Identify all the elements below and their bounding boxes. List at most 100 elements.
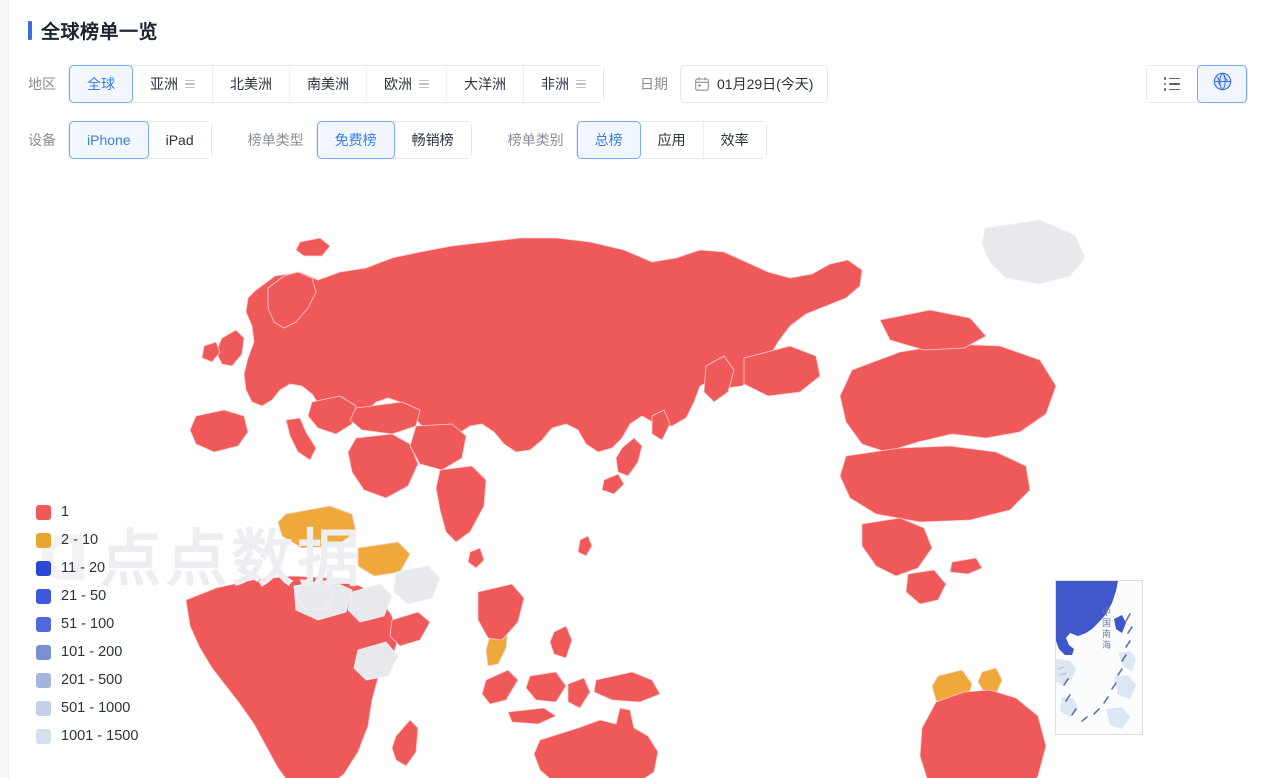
list-view-button[interactable] (1147, 66, 1197, 102)
chart-type-tab-label: 免费榜 (334, 132, 377, 148)
region-tab-label: 非洲 (541, 76, 569, 92)
country-centralamerica[interactable] (905, 569, 947, 605)
legend-item: 501 - 1000 (36, 694, 138, 722)
view-toggle (1146, 65, 1248, 103)
date-picker[interactable]: 01月29日(今天) (680, 65, 829, 103)
chart-category-tab-apps[interactable]: 应用 (640, 122, 704, 158)
region-tab-label: 北美洲 (230, 76, 272, 92)
region-tab-global[interactable]: 全球 (69, 65, 133, 103)
region-tab-label: 南美洲 (307, 76, 349, 92)
globe-view-icon (1213, 72, 1232, 96)
legend-label: 201 - 500 (61, 672, 123, 688)
legend-swatch (36, 700, 51, 716)
date-filter-label: 日期 (640, 76, 668, 92)
country-canada[interactable] (839, 343, 1057, 453)
legend-item: 1 (36, 498, 138, 526)
country-balkans[interactable] (307, 395, 357, 435)
legend-label: 11 - 20 (61, 560, 106, 576)
country-japan-s[interactable] (601, 473, 625, 495)
country-taiwan[interactable] (577, 535, 593, 557)
region-tab-north-america[interactable]: 北美洲 (213, 66, 290, 102)
country-arabia[interactable] (347, 433, 419, 499)
chart-type-tab-label: 畅销榜 (411, 132, 454, 148)
legend-item: 21 - 50 (36, 582, 138, 610)
chart-category-tab-overall[interactable]: 总榜 (576, 121, 641, 159)
country-sumatra[interactable] (481, 669, 519, 705)
country-newguinea[interactable] (593, 671, 661, 703)
legend-swatch (36, 532, 51, 548)
country-india[interactable] (435, 465, 487, 543)
chevron-menu-icon (419, 79, 429, 89)
inset-map-label: 中国南海 (1101, 607, 1111, 651)
country-ireland[interactable] (201, 341, 221, 363)
region-tab-oceania[interactable]: 大洋洲 (447, 66, 524, 102)
country-greenland[interactable] (981, 219, 1086, 285)
region-tab-asia[interactable]: 亚洲 (133, 66, 213, 102)
legend-swatch (36, 616, 51, 632)
region-tab-south-america[interactable]: 南美洲 (290, 66, 367, 102)
chart-category-tab-label: 总榜 (594, 132, 623, 148)
region-tab-europe[interactable]: 欧洲 (367, 66, 447, 102)
country-usa[interactable] (839, 445, 1031, 523)
legend-label: 2 - 10 (61, 532, 99, 548)
country-sulawesi[interactable] (567, 677, 591, 709)
map-view-button[interactable] (1197, 65, 1247, 103)
page-title: 全球榜单一览 (28, 17, 158, 44)
country-madagascar[interactable] (391, 719, 419, 767)
country-ukraine[interactable] (277, 505, 357, 549)
country-borneo[interactable] (525, 671, 567, 703)
app-page: 全球榜单一览 地区 全球 亚洲 北美洲 南美洲 欧洲 大洋洲 非洲 日期 01月… (0, 0, 1280, 778)
region-tab-label: 亚洲 (150, 76, 178, 92)
country-iceland[interactable] (295, 237, 331, 257)
region-tab-label: 全球 (87, 76, 115, 92)
map-legend: 1 2 - 10 11 - 20 21 - 50 51 - 100 101 - … (36, 498, 138, 750)
page-title-text: 全球榜单一览 (41, 22, 159, 43)
country-canada-arctic[interactable] (879, 309, 987, 351)
legend-swatch (36, 644, 51, 660)
region-tab-africa[interactable]: 非洲 (524, 66, 603, 102)
filter-row-region: 地区 全球 亚洲 北美洲 南美洲 欧洲 大洋洲 非洲 日期 01月29日(今天) (28, 65, 829, 103)
chart-category-tab-label: 效率 (720, 132, 749, 148)
country-iberia[interactable] (189, 409, 249, 453)
country-italy[interactable] (285, 417, 317, 461)
country-mexico[interactable] (861, 517, 933, 577)
legend-item: 101 - 200 (36, 638, 138, 666)
country-java[interactable] (507, 707, 557, 725)
inset-map-svg (1056, 581, 1142, 734)
region-tabs: 全球 亚洲 北美洲 南美洲 欧洲 大洋洲 非洲 (68, 65, 604, 103)
legend-label: 21 - 50 (61, 588, 107, 604)
country-indochina[interactable] (477, 583, 525, 641)
region-tab-label: 欧洲 (384, 76, 412, 92)
south-china-sea-inset-map[interactable]: 中国南海 (1055, 580, 1143, 735)
device-tab-iphone[interactable]: iPhone (69, 121, 149, 159)
device-tab-ipad[interactable]: iPad (148, 122, 211, 158)
chart-type-tab-grossing[interactable]: 畅销榜 (394, 122, 471, 158)
country-australia[interactable] (533, 707, 659, 778)
list-view-icon (1163, 77, 1181, 91)
chevron-menu-icon (576, 79, 586, 89)
country-philippines[interactable] (549, 625, 573, 659)
device-tabs: iPhone iPad (68, 121, 212, 159)
country-southamerica[interactable] (919, 689, 1047, 778)
chevron-menu-icon (185, 79, 195, 89)
country-srilanka[interactable] (467, 547, 485, 569)
country-iran[interactable] (409, 423, 467, 471)
title-accent-bar (28, 21, 32, 40)
legend-label: 51 - 100 (61, 616, 115, 632)
legend-item: 201 - 500 (36, 666, 138, 694)
chart-type-tab-free[interactable]: 免费榜 (316, 121, 395, 159)
region-filter-label: 地区 (28, 76, 56, 92)
country-cuba[interactable] (949, 557, 983, 575)
chart-category-tab-productivity[interactable]: 效率 (703, 122, 766, 158)
date-value: 01月29日(今天) (717, 76, 814, 92)
country-japan[interactable] (615, 437, 643, 477)
legend-item: 51 - 100 (36, 610, 138, 638)
legend-item: 1001 - 1500 (36, 722, 138, 750)
legend-item: 11 - 20 (36, 554, 138, 582)
legend-item: 2 - 10 (36, 526, 138, 554)
legend-label: 1001 - 1500 (61, 728, 139, 744)
country-africa-horn[interactable] (389, 611, 431, 647)
country-afghanistan[interactable] (393, 565, 441, 605)
filter-row-options: 设备 iPhone iPad 榜单类型 免费榜 畅销榜 榜单类别 总榜 应用 效… (28, 121, 767, 159)
country-britain[interactable] (215, 329, 245, 367)
